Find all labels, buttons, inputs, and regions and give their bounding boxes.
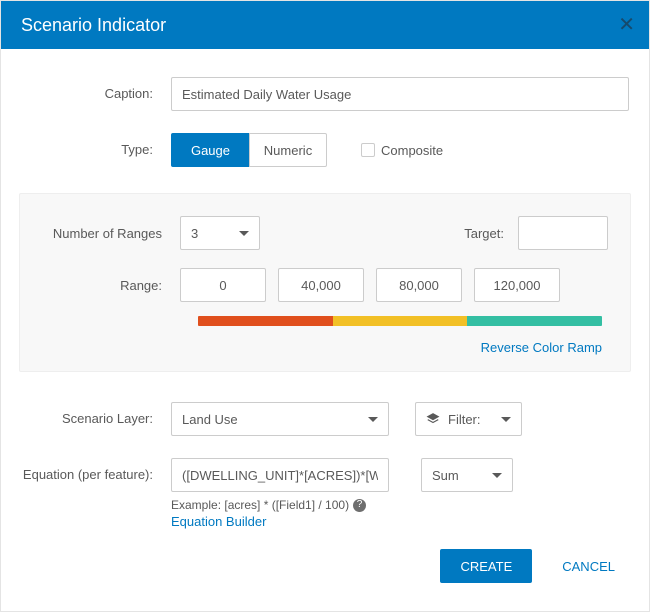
type-label: Type: (21, 141, 171, 159)
equation-example: Example: [acres] * ([Field1] / 100) ? (171, 498, 366, 512)
range-stop-1[interactable] (278, 268, 364, 302)
create-button[interactable]: CREATE (440, 549, 532, 583)
ranges-row-top: Number of Ranges 3 Target: (42, 216, 608, 250)
scenario-indicator-modal: Scenario Indicator ✕ Caption: Type: Gaug… (0, 0, 650, 612)
cancel-button[interactable]: CANCEL (556, 558, 621, 575)
equation-example-text: Example: [acres] * ([Field1] / 100) (171, 498, 349, 512)
modal-title: Scenario Indicator (21, 15, 166, 36)
composite-checkbox[interactable]: Composite (361, 143, 443, 158)
caption-input[interactable] (171, 77, 629, 111)
equation-label: Equation (per feature): (21, 458, 171, 484)
modal-header: Scenario Indicator ✕ (1, 1, 649, 49)
chevron-down-icon (492, 473, 502, 478)
num-ranges-label: Number of Ranges (42, 226, 180, 241)
ranges-panel: Number of Ranges 3 Target: Range: (19, 193, 631, 372)
color-ramp (198, 316, 602, 326)
num-ranges-select[interactable]: 3 (180, 216, 260, 250)
range-stop-3[interactable] (474, 268, 560, 302)
caption-label: Caption: (21, 85, 171, 103)
equation-builder-link[interactable]: Equation Builder (171, 514, 266, 529)
modal-footer: CREATE CANCEL (1, 549, 649, 611)
scenario-layer-value: Land Use (182, 412, 238, 427)
close-icon[interactable]: ✕ (618, 15, 635, 35)
equation-input[interactable] (171, 458, 389, 492)
filter-button[interactable]: Filter: (415, 402, 522, 436)
scenario-layer-row: Scenario Layer: Land Use Filter: (21, 402, 629, 436)
filter-label: Filter: (448, 412, 481, 427)
equation-row: Equation (per feature): Sum Example: [ac… (21, 458, 629, 529)
range-label: Range: (42, 278, 180, 293)
scenario-layer-select[interactable]: Land Use (171, 402, 389, 436)
type-row: Type: Gauge Numeric Composite (21, 133, 629, 167)
composite-label: Composite (381, 143, 443, 158)
type-numeric-button[interactable]: Numeric (249, 133, 327, 167)
scenario-layer-label: Scenario Layer: (21, 410, 171, 428)
modal-body: Caption: Type: Gauge Numeric Composite (1, 49, 649, 549)
help-icon[interactable]: ? (353, 499, 366, 512)
reverse-color-ramp-link[interactable]: Reverse Color Ramp (42, 340, 602, 355)
type-toggle: Gauge Numeric (171, 133, 327, 167)
aggregate-value: Sum (432, 468, 459, 483)
chevron-down-icon (368, 417, 378, 422)
range-stop-0[interactable] (180, 268, 266, 302)
target-label: Target: (464, 226, 518, 241)
num-ranges-value: 3 (191, 226, 198, 241)
type-gauge-button[interactable]: Gauge (171, 133, 249, 167)
color-seg-1 (333, 316, 468, 326)
color-seg-2 (467, 316, 602, 326)
layers-icon (426, 412, 440, 426)
checkbox-box-icon (361, 143, 375, 157)
color-seg-0 (198, 316, 333, 326)
ranges-row-values: Range: (42, 268, 608, 302)
caption-row: Caption: (21, 77, 629, 111)
range-stop-2[interactable] (376, 268, 462, 302)
chevron-down-icon (501, 417, 511, 422)
aggregate-select[interactable]: Sum (421, 458, 513, 492)
target-input[interactable] (518, 216, 608, 250)
chevron-down-icon (239, 231, 249, 236)
range-inputs (180, 268, 560, 302)
